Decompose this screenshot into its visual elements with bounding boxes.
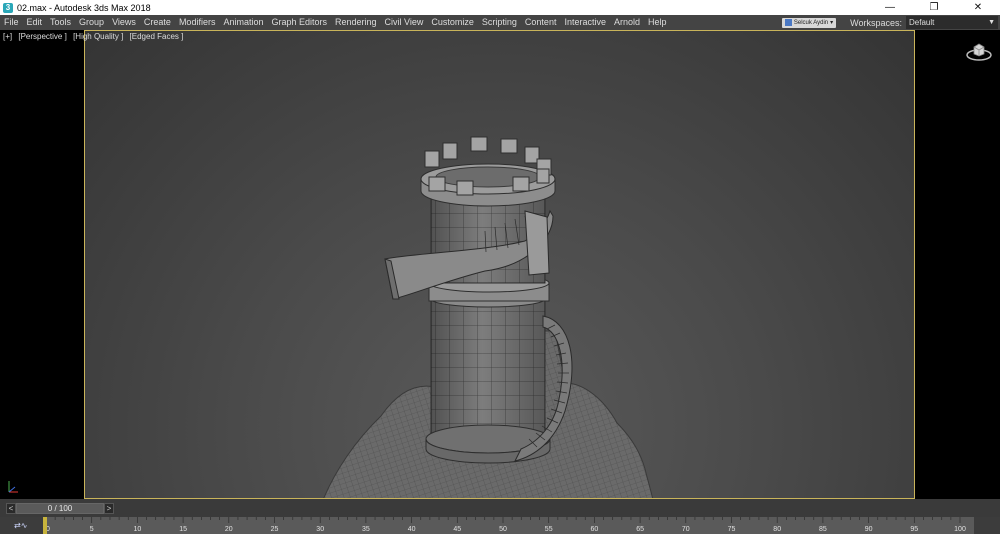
title-bar: 3 02.max - Autodesk 3ds Max 2018 — ❐ ✕: [0, 0, 1000, 15]
menu-item-graph-editors[interactable]: Graph Editors: [267, 15, 331, 30]
user-account-button[interactable]: Selcuk Aydin ▾: [781, 17, 837, 28]
ruler-tick-label: 85: [819, 526, 827, 533]
user-icon: [784, 19, 792, 26]
right-panel: [915, 30, 1000, 499]
menu-item-modifiers[interactable]: Modifiers: [175, 15, 220, 30]
ruler-tick-label: 35: [362, 526, 370, 533]
ruler-tick-label: 70: [682, 526, 690, 533]
menu-item-interactive[interactable]: Interactive: [560, 15, 610, 30]
tower-model-render: [323, 136, 654, 498]
left-panel: [0, 30, 84, 499]
viewport-shading-label[interactable]: [High Quality ]: [73, 32, 123, 41]
chevron-down-icon: ▾: [830, 20, 834, 26]
time-slider[interactable]: 0 / 100: [16, 503, 104, 514]
workspace-value: Default: [909, 18, 935, 27]
ruler-tick-label: 25: [271, 526, 279, 533]
workspace-dropdown[interactable]: Default ▼: [906, 16, 998, 29]
menu-item-tools[interactable]: Tools: [46, 15, 75, 30]
menu-item-rendering[interactable]: Rendering: [331, 15, 381, 30]
viewport-label[interactable]: [+] [Perspective ] [High Quality ] [Edge…: [3, 32, 187, 41]
ruler-tick-label: 5: [90, 526, 94, 533]
current-frame-marker[interactable]: [43, 517, 47, 534]
menu-item-group[interactable]: Group: [75, 15, 108, 30]
ruler-tick-label: 90: [865, 526, 873, 533]
ruler-tick-label: 50: [499, 526, 507, 533]
close-button[interactable]: ✕: [956, 0, 1000, 15]
3ds-max-app-icon[interactable]: 3: [3, 2, 13, 13]
ruler-tick-label: 80: [773, 526, 781, 533]
viewcube-icon[interactable]: [966, 42, 992, 62]
viewport-edged-faces-label[interactable]: [Edged Faces ]: [130, 32, 184, 41]
menu-item-animation[interactable]: Animation: [219, 15, 267, 30]
ruler-tick-label: 95: [910, 526, 918, 533]
curve-editor-toggle[interactable]: ⇄∿: [14, 521, 27, 530]
ruler-tick-label: 30: [316, 526, 324, 533]
ruler-tick-label: 100: [954, 526, 966, 533]
ruler-tick-label: 15: [179, 526, 187, 533]
window-title: 02.max - Autodesk 3ds Max 2018: [17, 2, 151, 13]
prev-frame-button[interactable]: <: [6, 503, 16, 514]
track-bar-ruler[interactable]: 0 5 10 15 20 25 30 35 40 45 50 55 60 65 70 75 80 85 90 95 10…: [44, 517, 974, 534]
perspective-viewport[interactable]: [84, 30, 915, 499]
ruler-tick-label: 75: [728, 526, 736, 533]
menu-item-scripting[interactable]: Scripting: [478, 15, 521, 30]
menu-item-civil-view[interactable]: Civil View: [381, 15, 428, 30]
axis-tripod-icon: [8, 481, 18, 493]
menu-item-create[interactable]: Create: [140, 15, 175, 30]
next-frame-button[interactable]: >: [104, 503, 114, 514]
menu-item-arnold[interactable]: Arnold: [610, 15, 644, 30]
menu-bar: File Edit Tools Group Views Create Modifiers An…: [0, 15, 1000, 30]
minimize-button[interactable]: —: [868, 0, 912, 15]
viewport-pov-label[interactable]: [Perspective ]: [18, 32, 66, 41]
menu-item-help[interactable]: Help: [644, 15, 671, 30]
chevron-down-icon: ▼: [988, 19, 995, 26]
maximize-button[interactable]: ❐: [912, 0, 956, 15]
user-name: Selcuk Aydin: [793, 19, 829, 26]
ruler-tick-label: 55: [545, 526, 553, 533]
ruler-tick-label: 20: [225, 526, 233, 533]
ruler-tick-label: 45: [453, 526, 461, 533]
menu-item-content[interactable]: Content: [521, 15, 561, 30]
ruler-tick-label: 40: [408, 526, 416, 533]
workspaces-label: Workspaces:: [850, 17, 902, 28]
ruler-tick-label: 65: [636, 526, 644, 533]
menu-item-edit[interactable]: Edit: [23, 15, 47, 30]
menu-item-customize[interactable]: Customize: [427, 15, 478, 30]
menu-item-file[interactable]: File: [0, 15, 23, 30]
menu-items: File Edit Tools Group Views Create Modifiers An…: [0, 15, 671, 30]
ruler-tick-label: 60: [591, 526, 599, 533]
viewport-menu-plus[interactable]: [+]: [3, 32, 12, 41]
time-slider-bar: [0, 499, 1000, 517]
menu-item-views[interactable]: Views: [108, 15, 140, 30]
ruler-tick-label: 10: [134, 526, 142, 533]
